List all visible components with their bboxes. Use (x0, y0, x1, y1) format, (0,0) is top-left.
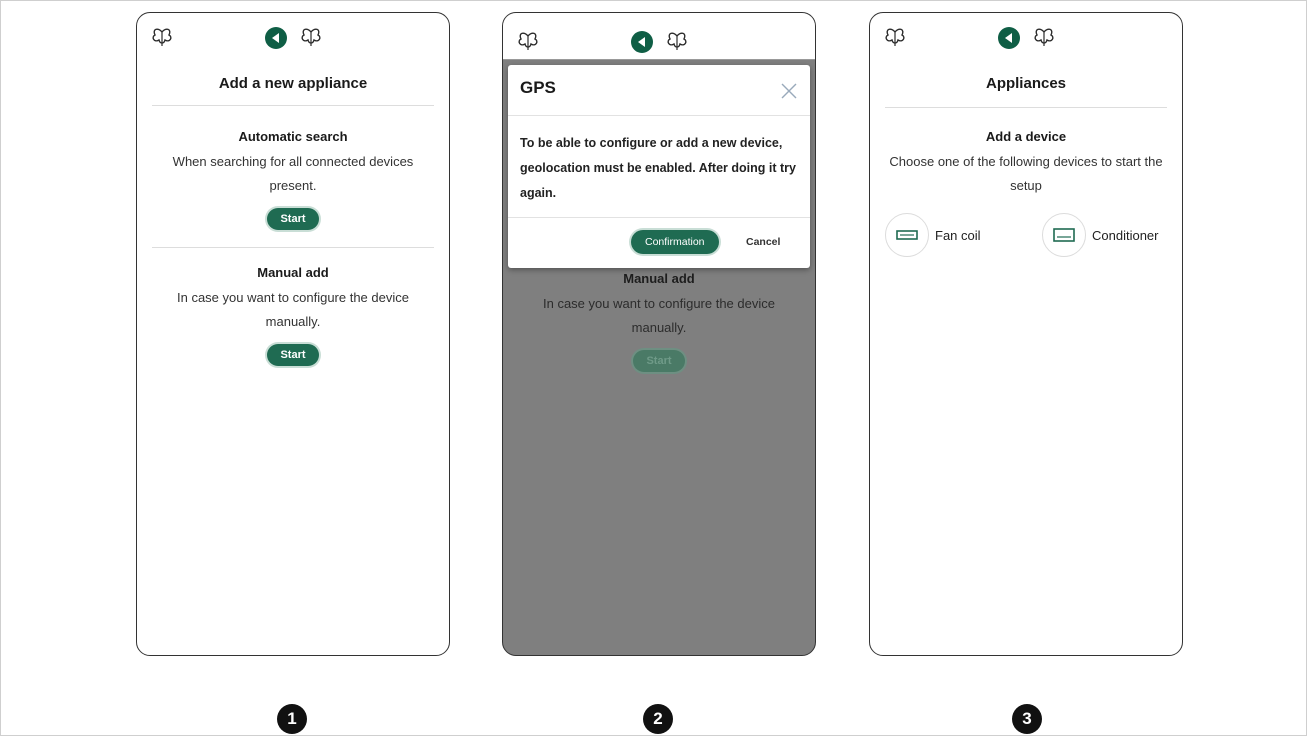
automatic-search-section: Automatic search When searching for all … (151, 129, 435, 230)
confirmation-button[interactable]: Confirmation (631, 230, 719, 254)
section-heading: Automatic search (238, 129, 348, 144)
back-arrow-icon[interactable] (631, 31, 653, 53)
section-heading: Manual add (623, 271, 695, 286)
butterfly-logo-icon (1034, 28, 1054, 46)
page-title: Appliances (985, 75, 1067, 92)
section-heading: Manual add (257, 265, 329, 280)
divider (152, 105, 434, 106)
top-bar (137, 13, 449, 69)
butterfly-logo-icon (301, 28, 321, 46)
automatic-search-start-button[interactable]: Start (267, 208, 319, 230)
divider (508, 217, 810, 218)
device-option-conditioner[interactable]: Conditioner (1042, 213, 1159, 257)
close-icon[interactable] (780, 82, 798, 100)
cancel-button[interactable]: Cancel (746, 230, 780, 254)
step-number-badge: 2 (643, 704, 673, 734)
phone-screen-gps-dialog: Manual add In case you want to configure… (502, 12, 816, 656)
back-arrow-icon[interactable] (265, 27, 287, 49)
phone-screen-add-appliance: Add a new appliance Automatic search Whe… (136, 12, 450, 656)
manual-add-section: Manual add In case you want to configure… (517, 271, 801, 372)
divider (885, 107, 1167, 108)
butterfly-logo-icon (152, 28, 172, 46)
divider (152, 247, 434, 248)
top-bar (503, 13, 815, 60)
gps-dialog: GPS To be able to configure or add a new… (508, 65, 810, 268)
step-number-badge: 3 (1012, 704, 1042, 734)
section-text: In case you want to configure the device… (177, 290, 409, 329)
device-option-fan-coil[interactable]: Fan coil (885, 213, 981, 257)
fan-coil-icon (885, 213, 929, 257)
back-arrow-icon[interactable] (998, 27, 1020, 49)
device-label: Conditioner (1092, 227, 1159, 243)
section-text: When searching for all connected devices… (172, 154, 414, 193)
manual-add-start-button[interactable]: Start (267, 344, 319, 366)
manual-add-section: Manual add In case you want to configure… (151, 265, 435, 366)
section-heading: Add a device (985, 129, 1067, 144)
dialog-message: To be able to configure or add a new dev… (520, 136, 796, 200)
dialog-title: GPS (520, 78, 556, 97)
device-label: Fan coil (935, 227, 981, 243)
page-title: Add a new appliance (218, 75, 368, 92)
add-device-section: Add a device Choose one of the following… (884, 129, 1168, 198)
butterfly-logo-icon (885, 28, 905, 46)
butterfly-logo-icon (518, 32, 538, 50)
divider (508, 115, 810, 116)
manual-add-start-button: Start (633, 350, 685, 372)
section-text: Choose one of the following devices to s… (889, 154, 1163, 193)
air-conditioner-icon (1042, 213, 1086, 257)
butterfly-logo-icon (667, 32, 687, 50)
phone-screen-appliances: Appliances Add a device Choose one of th… (869, 12, 1183, 656)
step-number-badge: 1 (277, 704, 307, 734)
top-bar (870, 13, 1182, 69)
section-text: In case you want to configure the device… (543, 296, 775, 335)
